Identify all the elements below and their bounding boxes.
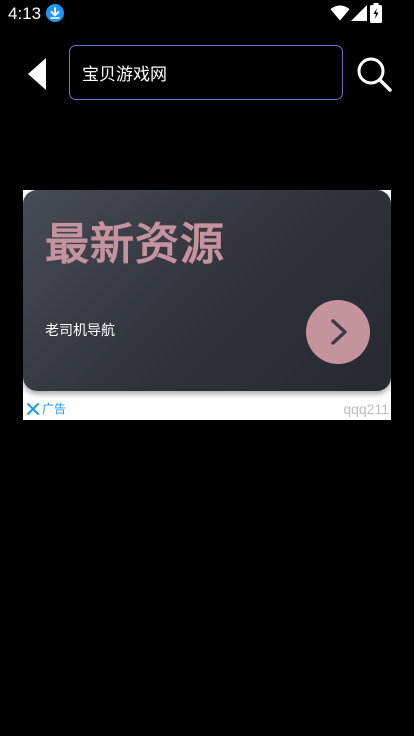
signal-icon <box>351 5 367 21</box>
ad-footer: 广告 qqq211 <box>23 391 391 420</box>
close-icon[interactable] <box>26 402 40 416</box>
ad-headline: 最新资源 <box>45 219 225 270</box>
back-button[interactable] <box>22 54 54 94</box>
ad-label: 广告 <box>42 402 67 416</box>
screen: 4:13 最新资源 老司机导航 <box>0 0 414 736</box>
ad-source: qqq211 <box>343 401 389 417</box>
search-icon[interactable] <box>355 55 393 93</box>
wifi-icon <box>330 5 350 21</box>
battery-icon <box>370 3 382 23</box>
search-box[interactable] <box>69 45 343 100</box>
ad-subtitle: 老司机导航 <box>45 323 115 339</box>
ad-card[interactable]: 最新资源 老司机导航 <box>23 190 391 391</box>
search-input[interactable] <box>82 46 332 98</box>
status-time: 4:13 <box>8 4 42 23</box>
download-icon <box>46 4 64 22</box>
ad-banner: 最新资源 老司机导航 广告 qqq211 <box>23 190 391 420</box>
ad-arrow-button[interactable] <box>306 300 370 364</box>
status-bar: 4:13 <box>0 0 414 28</box>
chevron-right-icon <box>331 319 347 345</box>
